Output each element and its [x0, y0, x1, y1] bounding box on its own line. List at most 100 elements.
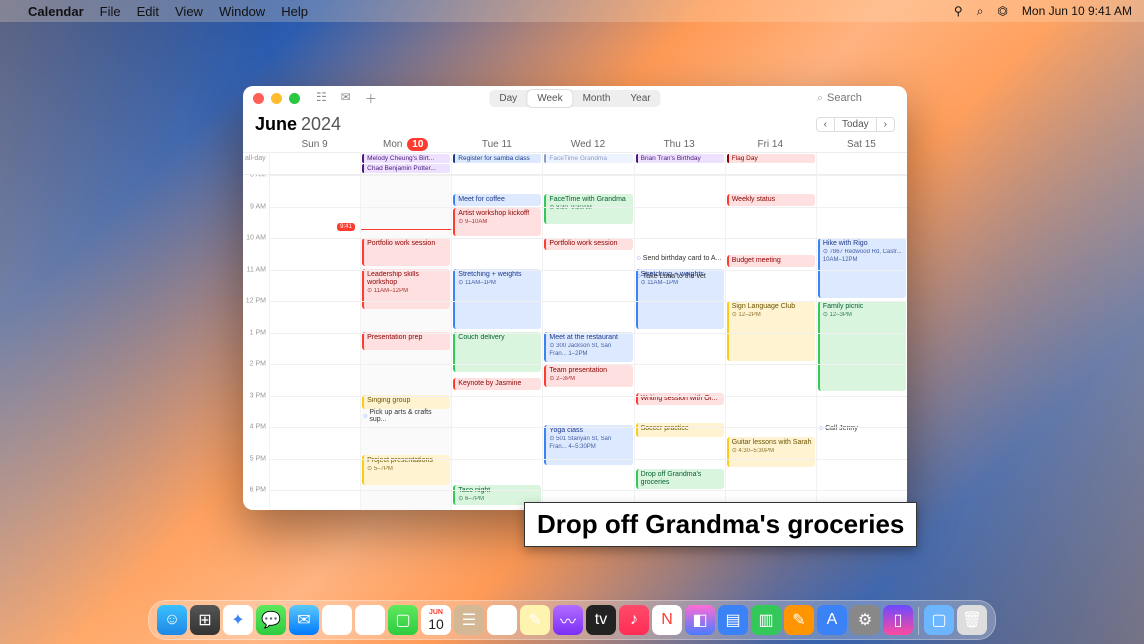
view-month[interactable]: Month: [573, 90, 621, 107]
dock-downloads-icon[interactable]: ▢: [924, 605, 954, 635]
dock-iphone-mirror-icon[interactable]: ▯: [883, 605, 913, 635]
wifi-icon[interactable]: ⚲: [954, 4, 963, 18]
menu-help[interactable]: Help: [281, 4, 308, 19]
control-center-icon[interactable]: ⏣: [997, 4, 1007, 18]
inbox-icon[interactable]: ✉: [341, 90, 351, 107]
menu-edit[interactable]: Edit: [137, 4, 159, 19]
menubar-clock[interactable]: Mon Jun 10 9:41 AM: [1022, 4, 1132, 18]
calendar-event[interactable]: Hike with Rigo⊙ 7867 Redwood Rd, Castr..…: [818, 238, 906, 298]
dock-shortcuts-icon[interactable]: ◧: [685, 605, 715, 635]
dock-reminders-icon[interactable]: ☰: [487, 605, 517, 635]
menu-window[interactable]: Window: [219, 4, 265, 19]
hour-label: 6 PM: [250, 487, 266, 494]
prev-week-button[interactable]: ‹: [816, 117, 835, 132]
calendar-event[interactable]: Project presentations⊙ 5–7PM: [362, 455, 450, 485]
day-header: Sun 9: [269, 137, 360, 152]
dock-settings-icon[interactable]: ⚙: [850, 605, 880, 635]
calendar-event[interactable]: Weekly status: [727, 194, 815, 206]
calendar-event[interactable]: Budget meeting: [727, 255, 815, 267]
calendar-event[interactable]: Keynote by Jasmine: [453, 378, 541, 390]
calendar-event[interactable]: Soccer practice: [636, 423, 724, 437]
hour-label: 5 PM: [250, 455, 266, 462]
dock-mail-icon[interactable]: ✉: [289, 605, 319, 635]
reminder-item[interactable]: Send birthday card to A...: [637, 255, 723, 262]
dock-maps-icon[interactable]: ➤: [322, 605, 352, 635]
dock-trash-icon[interactable]: 🗑: [957, 605, 987, 635]
view-week[interactable]: Week: [527, 90, 572, 107]
dock-safari-icon[interactable]: ✦: [223, 605, 253, 635]
calendar-event[interactable]: Family picnic⊙ 12–3PM: [818, 301, 906, 391]
search-input[interactable]: [827, 92, 897, 104]
minimize-button[interactable]: [271, 93, 282, 104]
next-week-button[interactable]: ›: [876, 117, 895, 132]
calendar-event[interactable]: Singing group: [362, 395, 450, 409]
now-indicator: 9:41: [361, 229, 451, 230]
dock-messages-icon[interactable]: 💬: [256, 605, 286, 635]
menubar[interactable]: Calendar File Edit View Window Help ⚲ ⌕ …: [0, 0, 1144, 22]
allday-event[interactable]: Brian Tran's Birthday: [636, 154, 724, 163]
year-label: 2024: [301, 114, 341, 135]
calendar-event[interactable]: Guitar lessons with Sarah⊙ 4:30–5:30PM: [727, 437, 815, 467]
dock-keynote-icon[interactable]: ▤: [718, 605, 748, 635]
dock-appstore-icon[interactable]: A: [817, 605, 847, 635]
menu-view[interactable]: View: [175, 4, 203, 19]
day-header: Thu 13: [634, 137, 725, 152]
allday-event[interactable]: FaceTime Grandma: [544, 154, 632, 163]
allday-event[interactable]: Chad Benjamin Potter...: [362, 164, 450, 173]
reminder-item[interactable]: Take Luna to the vet: [637, 273, 723, 280]
day-header-today: Mon 10: [360, 137, 451, 152]
dock-pages-icon[interactable]: ✎: [784, 605, 814, 635]
day-col-thu: Stretching + weights⊙ 11AM–1PMWriting se…: [634, 175, 725, 510]
view-segmented-control[interactable]: Day Week Month Year: [489, 90, 660, 107]
hour-label: 10 AM: [246, 235, 266, 242]
today-button[interactable]: Today: [835, 117, 876, 132]
search-field[interactable]: ⌕: [817, 92, 897, 105]
dock-contacts-icon[interactable]: ☰: [454, 605, 484, 635]
calendar-event[interactable]: Sign Language Club⊙ 12–2PM: [727, 301, 815, 361]
calendar-event[interactable]: Artist workshop kickoff!⊙ 9–10AM: [453, 208, 541, 236]
calendar-event[interactable]: Portfolio work session: [362, 238, 450, 266]
dock-finder-icon[interactable]: ☺: [157, 605, 187, 635]
dock-numbers-icon[interactable]: ▥: [751, 605, 781, 635]
day-header-row: Sun 9 Mon 10 Tue 11 Wed 12 Thu 13 Fri 14…: [243, 137, 907, 153]
calendar-event[interactable]: Team presentation⊙ 2–3PM: [544, 365, 632, 387]
calendar-event[interactable]: Couch delivery: [453, 332, 541, 372]
hour-label: 3 PM: [250, 392, 266, 399]
calendar-event[interactable]: Meet at the restaurant⊙ 300 Jackson St, …: [544, 332, 632, 362]
dock-photos-icon[interactable]: ✿: [355, 605, 385, 635]
calendar-event[interactable]: Leadership skills workshop⊙ 11AM–12PM: [362, 269, 450, 309]
calendar-event[interactable]: Drop off Grandma's groceries: [636, 469, 724, 489]
dock-calendar-icon[interactable]: JUN10: [421, 605, 451, 635]
dock[interactable]: ☺ ⊞ ✦ 💬 ✉ ➤ ✿ ▢ JUN10 ☰ ☰ ✎ 〰 tv ♪ N ◧ ▤…: [148, 600, 996, 640]
dock-music-icon[interactable]: ♪: [619, 605, 649, 635]
zoom-button[interactable]: [289, 93, 300, 104]
calendar-event[interactable]: Presentation prep: [362, 332, 450, 350]
calendar-event[interactable]: Meet for coffee: [453, 194, 541, 206]
app-name[interactable]: Calendar: [28, 4, 84, 19]
add-event-icon[interactable]: ＋: [365, 90, 377, 107]
week-grid[interactable]: 8 AM9 AM10 AM11 AM12 PM1 PM2 PM3 PM4 PM5…: [243, 175, 907, 510]
day-col-fri: Weekly status Budget meeting Sign Language…: [725, 175, 816, 510]
allday-event[interactable]: Melody Cheung's Birt...: [362, 154, 450, 163]
spotlight-icon[interactable]: ⌕: [977, 4, 984, 19]
dock-news-icon[interactable]: N: [652, 605, 682, 635]
dock-tv-icon[interactable]: tv: [586, 605, 616, 635]
menu-file[interactable]: File: [100, 4, 121, 19]
dock-facetime-icon[interactable]: ▢: [388, 605, 418, 635]
allday-event[interactable]: Flag Day: [727, 154, 815, 163]
calendar-event[interactable]: Stretching + weights⊙ 11AM–1PM: [453, 269, 541, 329]
allday-event[interactable]: Register for samba class: [453, 154, 541, 163]
day-header: Sat 15: [816, 137, 907, 152]
view-day[interactable]: Day: [489, 90, 527, 107]
calendars-toggle-icon[interactable]: ☷: [316, 90, 327, 107]
view-year[interactable]: Year: [620, 90, 660, 107]
dock-separator: [918, 607, 919, 635]
dock-launchpad-icon[interactable]: ⊞: [190, 605, 220, 635]
calendar-event[interactable]: FaceTime with Grandma⊙ 8:30–9:30AM: [544, 194, 632, 224]
dock-notes-icon[interactable]: ✎: [520, 605, 550, 635]
calendar-event[interactable]: Portfolio work session: [544, 238, 632, 250]
traffic-lights: [253, 93, 300, 104]
close-button[interactable]: [253, 93, 264, 104]
reminder-item[interactable]: Pick up arts & crafts sup...: [363, 409, 449, 423]
dock-freeform-icon[interactable]: 〰: [553, 605, 583, 635]
